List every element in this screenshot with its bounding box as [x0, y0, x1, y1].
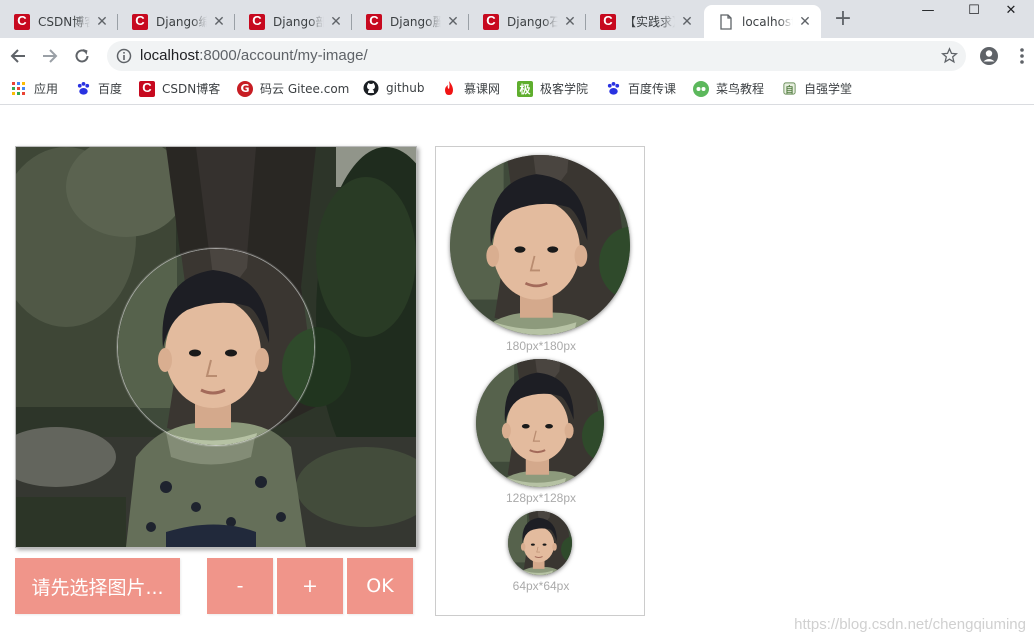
csdn-icon [132, 13, 148, 30]
tab-title: Django麗 [390, 15, 441, 29]
account-circle-icon [980, 47, 998, 65]
csdn-icon [139, 80, 155, 97]
csdn-icon [600, 13, 616, 30]
tab-django-3[interactable]: Django麗 ✕ [352, 5, 469, 38]
menu-button[interactable] [1008, 42, 1034, 70]
ok-button[interactable]: OK [347, 558, 413, 614]
window-close-icon[interactable]: ✕ [988, 0, 1034, 22]
new-tab-button[interactable]: + [831, 8, 855, 32]
arrow-left-icon [10, 49, 25, 63]
apps-grid-icon [11, 81, 27, 97]
preview-128-label: 128px*128px [505, 491, 577, 505]
svg-text:自: 自 [785, 84, 793, 94]
zoom-in-button[interactable]: + [277, 558, 343, 614]
csdn-icon [14, 13, 30, 30]
back-button[interactable] [4, 42, 32, 70]
preview-64-label: 64px*64px [512, 579, 570, 593]
profile-avatar[interactable] [975, 42, 1003, 70]
bookmark-label: CSDN博客 [162, 82, 221, 96]
close-icon[interactable]: ✕ [797, 14, 813, 30]
bookmark-ziqiang[interactable]: 自 自强学堂 [781, 80, 852, 97]
address-bar[interactable]: localhost:8000/account/my-image/ [107, 41, 966, 71]
bookmark-star-icon[interactable] [940, 47, 959, 68]
bookmark-label: 极客学院 [540, 82, 589, 96]
bookmark-imooc[interactable]: 慕课网 [441, 80, 500, 97]
page-icon [718, 13, 734, 30]
select-image-button[interactable]: 请先选择图片... [15, 558, 180, 614]
tab-django-2[interactable]: Django部 ✕ [235, 5, 352, 38]
tab-practice[interactable]: 【实践求】 ✕ [586, 5, 703, 38]
ziqiang-icon: 自 [781, 81, 797, 97]
runoob-icon [693, 80, 709, 97]
bookmark-label: 应用 [34, 82, 59, 96]
bookmark-github[interactable]: github [363, 80, 424, 96]
url-path: :8000/account/my-image/ [199, 47, 368, 64]
bookmark-label: github [386, 81, 425, 95]
close-icon[interactable]: ✕ [328, 14, 344, 30]
tab-localhost[interactable]: localhost ✕ [704, 5, 821, 38]
csdn-icon [249, 13, 265, 30]
tab-title: Django编 [156, 15, 207, 29]
reload-button[interactable] [68, 42, 96, 70]
gitee-icon: G [237, 80, 253, 97]
close-icon[interactable]: ✕ [679, 14, 695, 30]
watermark: https://blog.csdn.net/chengqiuming [794, 616, 1026, 633]
page-content: 请先选择图片... - + OK 180px*180px 128px*128px… [0, 106, 1034, 639]
info-icon[interactable] [116, 48, 132, 68]
tab-csdn-blog[interactable]: CSDN博客 ✕ [0, 5, 118, 38]
preview-180-label: 180px*180px [505, 339, 577, 353]
tab-strip: CSDN博客 ✕ Django编 ✕ Django部 ✕ Django麗 ✕ D… [0, 0, 1034, 38]
arrow-right-icon [43, 49, 58, 63]
bookmark-jike[interactable]: 极 极客学院 [517, 80, 588, 97]
bookmark-baidu-chuanke[interactable]: 百度传课 [605, 80, 676, 97]
url-host: localhost [140, 47, 200, 64]
jike-icon: 极 [517, 80, 533, 97]
csdn-icon [483, 13, 499, 30]
bookmark-label: 百度 [98, 82, 123, 96]
github-icon [363, 80, 379, 96]
tab-django-4[interactable]: Django石 ✕ [469, 5, 586, 38]
preview-panel: 180px*180px 128px*128px 64px*64px [435, 146, 645, 616]
forward-button[interactable] [36, 42, 64, 70]
url-text: localhost:8000/account/my-image/ [140, 47, 368, 64]
tab-title: localhost [742, 14, 793, 29]
bookmark-runoob[interactable]: 菜鸟教程 [693, 80, 764, 97]
close-icon[interactable]: ✕ [211, 14, 227, 30]
csdn-icon [366, 13, 382, 30]
tab-django-1[interactable]: Django编 ✕ [118, 5, 235, 38]
preview-180 [450, 155, 630, 335]
image-crop-area[interactable] [15, 146, 417, 548]
bookmark-apps[interactable]: 应用 [11, 80, 58, 97]
zoom-out-button[interactable]: - [207, 558, 273, 614]
bookmark-label: 百度传课 [628, 82, 677, 96]
reload-icon [75, 49, 89, 63]
bookmark-gitee[interactable]: G 码云 Gitee.com [237, 80, 349, 97]
tab-title: 【实践求】 [624, 15, 675, 29]
baidu-paw-icon [75, 81, 91, 97]
tab-title: CSDN博客 [38, 15, 90, 29]
close-icon[interactable]: ✕ [445, 14, 461, 30]
more-vertical-icon [1020, 48, 1024, 64]
minimize-icon[interactable]: — [905, 0, 951, 22]
preview-64 [508, 511, 572, 575]
bookmark-label: 自强学堂 [804, 82, 853, 96]
imooc-flame-icon [441, 81, 457, 97]
preview-128 [476, 359, 604, 487]
tab-title: Django石 [507, 15, 558, 29]
tab-title: Django部 [273, 15, 324, 29]
crop-selection-circle[interactable] [117, 248, 315, 446]
bookmark-label: 菜鸟教程 [716, 82, 765, 96]
bookmark-label: 码云 Gitee.com [260, 82, 350, 96]
bookmarks-bar: 应用 百度 CSDN博客 G 码云 Gitee.com github 慕课网 极… [0, 74, 1034, 105]
browser-toolbar: localhost:8000/account/my-image/ [0, 38, 1034, 74]
bookmark-label: 慕课网 [464, 82, 501, 96]
bookmark-baidu[interactable]: 百度 [75, 80, 122, 97]
close-icon[interactable]: ✕ [94, 14, 110, 30]
close-icon[interactable]: ✕ [562, 14, 578, 30]
baidu-paw-icon [605, 81, 621, 97]
bookmark-csdn[interactable]: CSDN博客 [139, 80, 220, 97]
